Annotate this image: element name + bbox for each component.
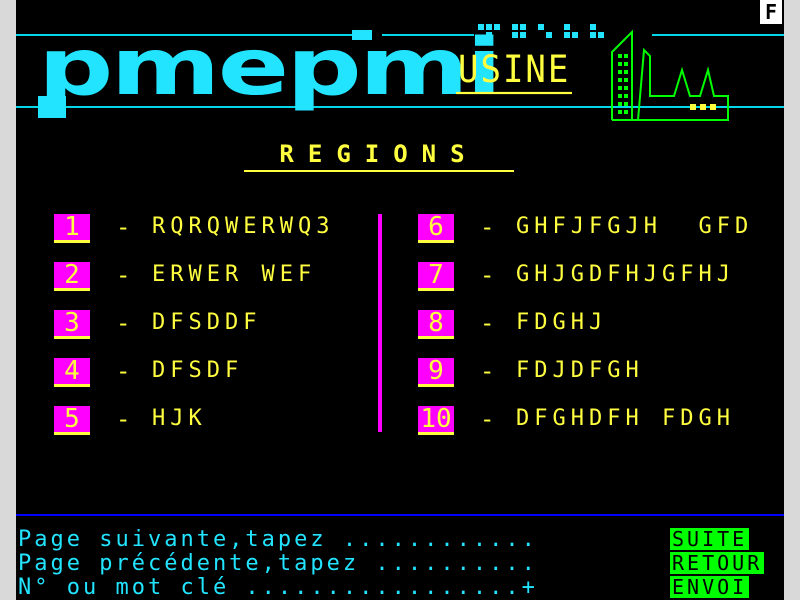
region-label: FDJDFGH xyxy=(516,358,644,383)
retour-key[interactable]: RETOUR xyxy=(670,552,765,574)
region-item-4[interactable]: 4 - DFSDF xyxy=(54,358,374,386)
column-divider xyxy=(378,214,382,432)
region-number: 5 xyxy=(54,406,90,432)
logo-dot xyxy=(352,30,372,40)
logo-drop xyxy=(38,96,66,118)
dot-pattern-icon xyxy=(478,24,604,38)
region-item-5[interactable]: 5 - HJK xyxy=(54,406,374,434)
region-label: GHJGDFHJGFHJ xyxy=(516,262,735,287)
region-number: 1 xyxy=(54,214,90,240)
region-number: 10 xyxy=(418,406,454,432)
region-label: DFGHDFH FDGH xyxy=(516,406,735,431)
separator: - xyxy=(480,309,495,337)
suite-key[interactable]: SUITE xyxy=(670,528,750,550)
region-number: 9 xyxy=(418,358,454,384)
region-item-3[interactable]: 3 - DFSDDF xyxy=(54,310,374,338)
separator: - xyxy=(480,357,495,385)
keyword-prompt: N° ou mot clé .................+ xyxy=(18,575,538,600)
region-label: RQRQWERWQ3 xyxy=(152,214,335,239)
separator: - xyxy=(480,213,495,241)
footer-rule xyxy=(16,514,784,516)
region-label: DFSDF xyxy=(152,358,244,383)
separator: - xyxy=(480,261,495,289)
region-item-1[interactable]: 1 - RQRQWERWQ3 xyxy=(54,214,374,242)
region-number: 6 xyxy=(418,214,454,240)
region-label: HJK xyxy=(152,406,207,431)
region-number: 7 xyxy=(418,262,454,288)
separator: - xyxy=(116,309,131,337)
region-label: FDGHJ xyxy=(516,310,608,335)
separator: - xyxy=(116,357,131,385)
region-number: 8 xyxy=(418,310,454,336)
corner-indicator: F xyxy=(760,0,782,24)
region-item-6[interactable]: 6 - GHFJFGJH GFD xyxy=(418,214,780,242)
region-label: ERWER WEF xyxy=(152,262,317,287)
region-item-9[interactable]: 9 - FDJDFGH xyxy=(418,358,780,386)
banner-subtitle: USINE xyxy=(456,48,573,95)
region-item-2[interactable]: 2 - ERWER WEF xyxy=(54,262,374,290)
logo: pmepmi xyxy=(38,23,502,113)
region-number: 3 xyxy=(54,310,90,336)
minitel-screen: pmepmi USINE REGIONS 1 - RQRQWERWQ3 2 - … xyxy=(16,0,784,600)
region-item-7[interactable]: 7 - GHJGDFHJGFHJ xyxy=(418,262,780,290)
envoi-key[interactable]: ENVOI xyxy=(670,576,750,598)
section-title: REGIONS xyxy=(244,140,514,172)
region-item-8[interactable]: 8 - FDGHJ xyxy=(418,310,780,338)
region-number: 2 xyxy=(54,262,90,288)
separator: - xyxy=(116,213,131,241)
region-label: DFSDDF xyxy=(152,310,262,335)
next-page-prompt: Page suivante,tapez ............ xyxy=(18,527,538,552)
separator: - xyxy=(480,405,495,433)
separator: - xyxy=(116,405,131,433)
separator: - xyxy=(116,261,131,289)
region-label: GHFJFGJH GFD xyxy=(516,214,754,239)
region-number: 4 xyxy=(54,358,90,384)
region-item-10[interactable]: 10 - DFGHDFH FDGH xyxy=(418,406,780,434)
previous-page-prompt: Page précédente,tapez .......... xyxy=(18,551,538,576)
factory-icon xyxy=(611,29,729,121)
